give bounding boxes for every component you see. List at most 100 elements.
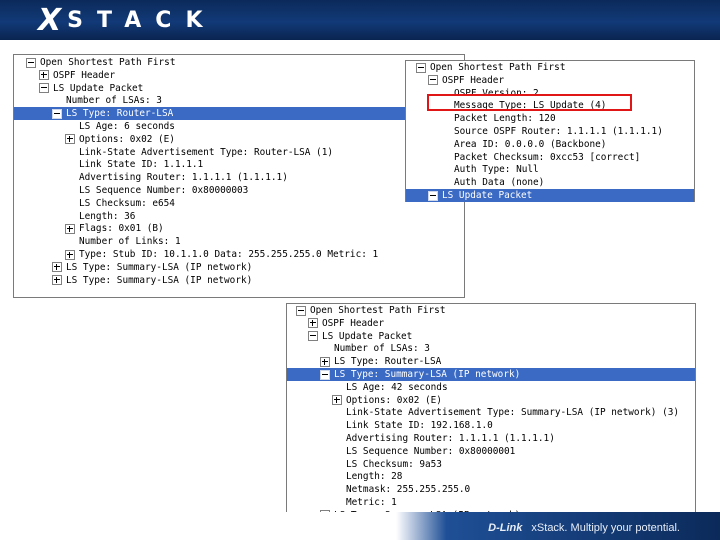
tree-row[interactable]: Number of LSAs: 3 — [14, 94, 464, 107]
logo-wordmark: STACK — [67, 7, 217, 33]
collapse-icon[interactable] — [428, 190, 438, 201]
tree-row[interactable]: LS Sequence Number: 0x80000003 — [14, 184, 464, 197]
tree-row-label: LS Type: Summary-LSA (IP network) — [334, 369, 521, 380]
tree-row-label: Link State ID: 1.1.1.1 — [79, 159, 204, 171]
tree-row-label: Link-State Advertisement Type: Router-LS… — [79, 146, 333, 158]
tree-row[interactable]: LS Sequence Number: 0x80000001 — [287, 445, 695, 458]
tree-row-label: Number of LSAs: 3 — [66, 95, 162, 107]
tree-row-label: Auth Type: Null — [454, 164, 539, 176]
collapse-icon[interactable] — [308, 331, 318, 342]
tree-row-label: Auth Data (none) — [454, 177, 545, 189]
tree-row[interactable]: LS Update Packet — [287, 330, 695, 343]
collapse-icon[interactable] — [296, 305, 306, 316]
tree-row[interactable]: LS Type: Router-LSA — [287, 355, 695, 368]
tree-row-label: LS Update Packet — [322, 330, 413, 342]
tree-row[interactable]: LS Type: Summary-LSA (IP network) — [14, 261, 464, 274]
packet-details-summary-lsa: Open Shortest Path First OSPF Header LS Up… — [286, 303, 696, 523]
tree-row-label: Type: Stub ID: 10.1.1.0 Data: 255.255.25… — [79, 249, 379, 260]
tree-row-label: Length: 28 — [346, 471, 403, 483]
tree-row[interactable]: LS Update Packet — [406, 189, 694, 202]
footer-banner: D-Link xStack. Multiply your potential. — [0, 512, 720, 540]
tree-row[interactable]: Netmask: 255.255.255.0 — [287, 483, 695, 496]
tree-row[interactable]: LS Update Packet — [14, 82, 464, 95]
tree-row[interactable]: OSPF Header — [14, 69, 464, 82]
tree-row-label: LS Age: 42 seconds — [346, 381, 448, 393]
tree-row-label: Source OSPF Router: 1.1.1.1 (1.1.1.1) — [454, 126, 663, 137]
tree-row[interactable]: Area ID: 0.0.0.0 (Backbone) — [406, 138, 694, 151]
tree-row-label: Number of Links: 1 — [79, 236, 181, 248]
expand-icon[interactable] — [52, 262, 62, 273]
expand-icon[interactable] — [39, 70, 49, 81]
tree-row-label: Number of LSAs: 3 — [334, 343, 430, 355]
tree-row-label: Netmask: 255.255.255.0 — [346, 484, 471, 496]
tree-row-label: LS Sequence Number: 0x80000003 — [79, 185, 249, 196]
collapse-icon[interactable] — [26, 57, 36, 68]
expand-icon[interactable] — [65, 249, 75, 260]
tree-row[interactable]: Options: 0x02 (E) — [287, 394, 695, 407]
tree-row[interactable]: Auth Data (none) — [406, 176, 694, 189]
tree-row-label: LS Type: Summary-LSA (IP network) — [66, 261, 253, 273]
tree-row[interactable]: Options: 0x02 (E) — [14, 133, 464, 146]
tree-row[interactable]: Link-State Advertisement Type: Summary-L… — [287, 406, 695, 419]
expand-icon[interactable] — [65, 223, 75, 234]
tree-row[interactable]: Packet Length: 120 — [406, 112, 694, 125]
tree-row[interactable]: Source OSPF Router: 1.1.1.1 (1.1.1.1) — [406, 125, 694, 138]
tree-row[interactable]: Open Shortest Path First — [14, 56, 464, 69]
collapse-icon[interactable] — [320, 369, 330, 380]
footer-tagline: xStack. Multiply your potential. — [531, 522, 680, 534]
tree-row[interactable]: Number of LSAs: 3 — [287, 342, 695, 355]
tree-row-label: Packet Checksum: 0xcc53 [correct] — [454, 151, 641, 163]
tree-row-label: LS Checksum: 9a53 — [346, 458, 442, 470]
tree-row[interactable]: LS Age: 42 seconds — [287, 381, 695, 394]
expand-icon[interactable] — [308, 318, 318, 329]
tree-row[interactable]: OSPF Header — [406, 74, 694, 87]
tree-row-label: Metric: 1 — [346, 497, 397, 508]
tree-row[interactable]: Packet Checksum: 0xcc53 [correct] — [406, 151, 694, 164]
tree-row-label: LS Checksum: e654 — [79, 197, 175, 209]
tree-row[interactable]: Open Shortest Path First — [287, 304, 695, 317]
tree-row[interactable]: Number of Links: 1 — [14, 235, 464, 248]
collapse-icon[interactable] — [39, 83, 49, 94]
footer-slogan: D-Link xStack. Multiply your potential. — [488, 522, 680, 534]
tree-row[interactable]: Flags: 0x01 (B) — [14, 222, 464, 235]
collapse-icon[interactable] — [416, 62, 426, 73]
tree-row-label: LS Update Packet — [442, 190, 533, 201]
expand-icon[interactable] — [332, 395, 342, 406]
tree-row[interactable]: LS Type: Router-LSA — [14, 107, 464, 121]
tree-row-label: LS Age: 6 seconds — [79, 121, 175, 132]
tree-row[interactable]: Auth Type: Null — [406, 163, 694, 176]
tree-row[interactable]: Metric: 1 — [287, 496, 695, 509]
tree-row-label: Open Shortest Path First — [40, 57, 176, 68]
tree-row[interactable]: Advertising Router: 1.1.1.1 (1.1.1.1) — [14, 171, 464, 184]
packet-details-ospf-header: Open Shortest Path First OSPF Header OSPF … — [405, 60, 695, 202]
tree-row[interactable]: LS Age: 6 seconds — [14, 120, 464, 133]
tree-row[interactable]: LS Checksum: 9a53 — [287, 458, 695, 471]
tree-row-label: OSPF Header — [442, 74, 505, 86]
tree-row[interactable]: Link-State Advertisement Type: Router-LS… — [14, 146, 464, 159]
tree-row-label: Options: 0x02 (E) — [346, 394, 442, 406]
tree-row[interactable]: LS Checksum: e654 — [14, 197, 464, 210]
tree-row-label: Area ID: 0.0.0.0 (Backbone) — [454, 138, 607, 150]
collapse-icon[interactable] — [52, 108, 62, 119]
tree-row-label: Flags: 0x01 (B) — [79, 223, 164, 235]
xstack-logo: X STACK — [38, 2, 217, 38]
tree-row[interactable]: Link State ID: 192.168.1.0 — [287, 419, 695, 432]
tree-row[interactable]: OSPF Header — [287, 317, 695, 330]
tree-row-label: LS Type: Router-LSA — [334, 356, 442, 368]
tree-row[interactable]: Type: Stub ID: 10.1.1.0 Data: 255.255.25… — [14, 248, 464, 261]
tree-row[interactable]: LS Type: Summary-LSA (IP network) — [287, 368, 695, 381]
tree-row[interactable]: LS Type: Summary-LSA (IP network) — [14, 274, 464, 287]
tree-row[interactable]: Length: 28 — [287, 470, 695, 483]
tree-row[interactable]: Advertising Router: 1.1.1.1 (1.1.1.1) — [287, 432, 695, 445]
expand-icon[interactable] — [65, 134, 75, 145]
tree-row-label: Packet Length: 120 — [454, 113, 556, 125]
tree-row[interactable]: Length: 36 — [14, 210, 464, 223]
tree-row[interactable]: Link State ID: 1.1.1.1 — [14, 158, 464, 171]
tree-row-label: Options: 0x02 (E) — [79, 133, 175, 145]
tree-row-label: OSPF Header — [53, 69, 116, 81]
collapse-icon[interactable] — [428, 75, 438, 86]
logo-x-mark: X — [38, 2, 68, 38]
expand-icon[interactable] — [320, 356, 330, 367]
tree-row[interactable]: Open Shortest Path First — [406, 61, 694, 74]
expand-icon[interactable] — [52, 275, 62, 286]
